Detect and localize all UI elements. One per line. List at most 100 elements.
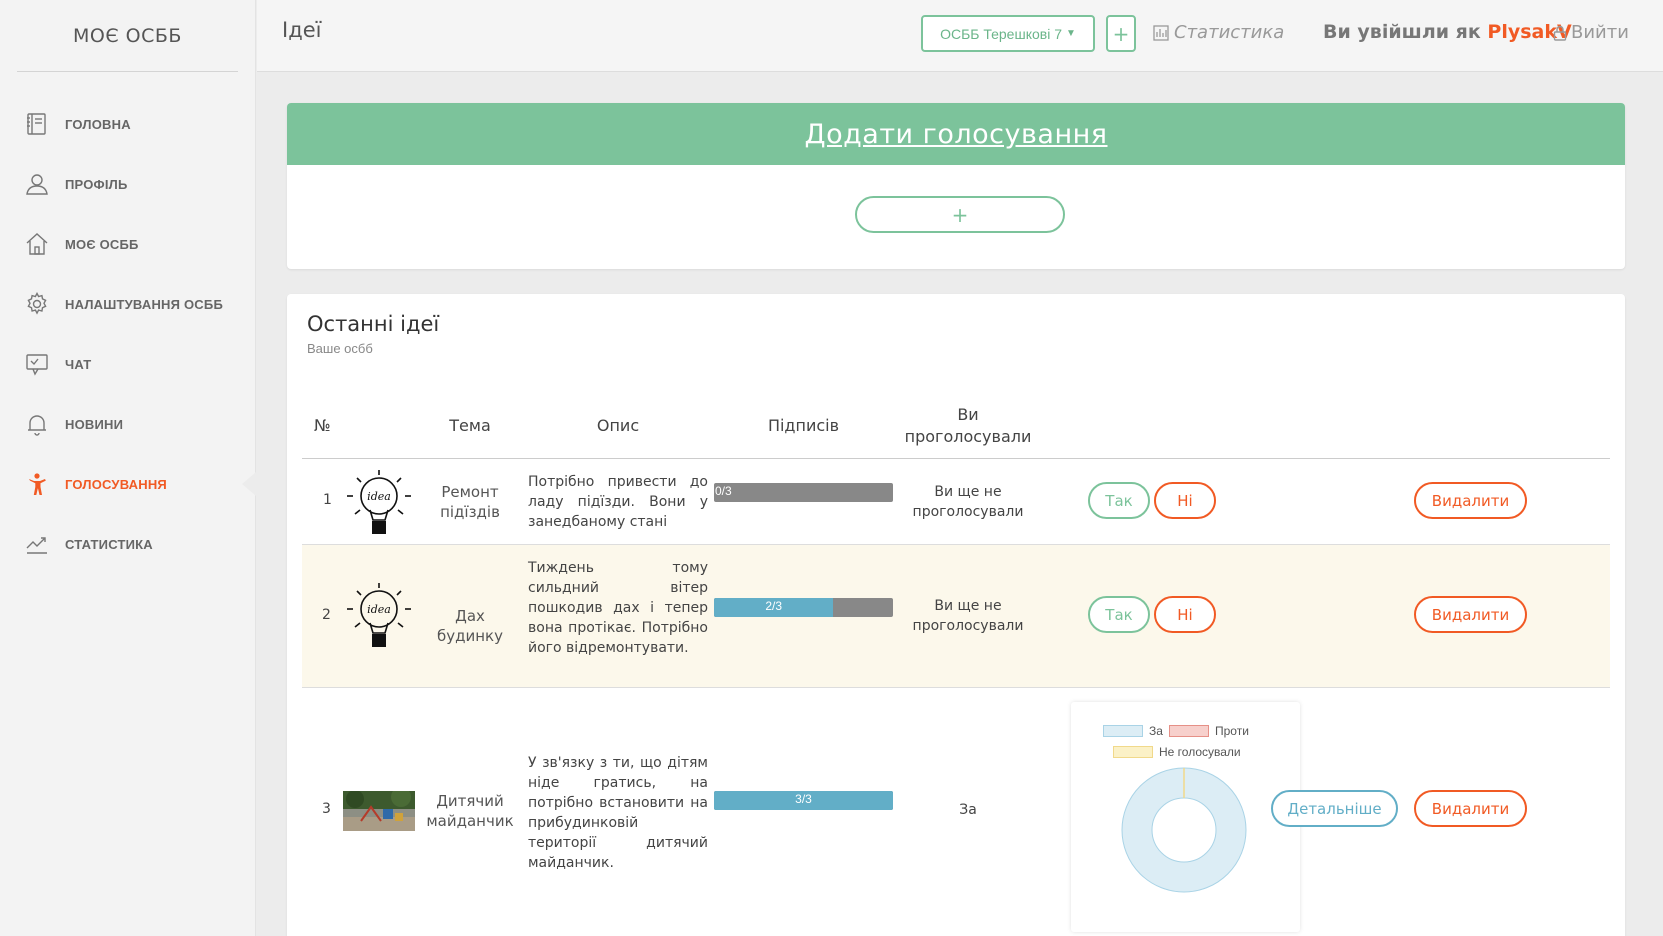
row-voted-status: Ви ще не проголосували xyxy=(912,598,1024,634)
logged-in-info: Ви увійшли як PlysakV xyxy=(1323,21,1572,43)
legend-swatch xyxy=(1169,725,1209,737)
vote-chart: За Проти Не голосували xyxy=(1071,702,1300,932)
add-vote-header: Додати голосування xyxy=(287,103,1625,165)
svg-text:idea: idea xyxy=(367,490,391,503)
sidebar-item-label: Головна xyxy=(65,116,131,132)
page-title: Ідеї xyxy=(282,18,322,42)
ideas-card: Останні ідеї Ваше осбб № Тема Опис Підпи… xyxy=(287,294,1625,936)
column-number: № xyxy=(314,416,331,435)
signatures-progress: 3/3 xyxy=(714,791,893,810)
vote-no-button[interactable]: Ні xyxy=(1154,596,1216,633)
user-icon xyxy=(24,171,50,197)
table-row: 3 Дитячий майданчик У зв'язку з ти, що д… xyxy=(302,688,1610,936)
gear-icon xyxy=(24,291,50,317)
playground-photo xyxy=(343,787,415,831)
signatures-progress-text: 3/3 xyxy=(795,792,812,806)
add-vote-card: Додати голосування + xyxy=(287,103,1625,269)
row-number: 2 xyxy=(322,607,331,623)
idea-bulb-image: idea xyxy=(343,579,415,651)
statistics-link[interactable]: Статистика xyxy=(1153,22,1284,43)
sidebar-item-voting[interactable]: Голосування xyxy=(0,454,256,514)
row-description: Тиждень тому сильдний вітер пошкодив дах… xyxy=(528,560,708,656)
column-voted: Ви проголосували xyxy=(904,405,1032,446)
sidebar-item-label: Моє ОСББ xyxy=(65,236,139,252)
legend-swatch xyxy=(1113,746,1153,758)
add-vote-link[interactable]: Додати голосування xyxy=(805,119,1108,150)
legend-item-for[interactable]: За xyxy=(1103,724,1163,738)
sidebar-item-osbb-settings[interactable]: Налаштування ОСББ xyxy=(0,274,255,334)
sidebar-item-profile[interactable]: Профіль xyxy=(0,154,255,214)
bell-icon xyxy=(24,411,50,437)
caret-down-icon: ▼ xyxy=(1066,28,1076,39)
sidebar-item-statistics[interactable]: Статистика xyxy=(0,514,255,574)
legend-label: Проти xyxy=(1215,724,1249,738)
person-vote-icon xyxy=(24,471,50,497)
osbb-select[interactable]: ОСББ Терешкові 7 ▼ xyxy=(921,15,1095,52)
delete-button[interactable]: Видалити xyxy=(1414,482,1527,519)
legend-item-not-voted[interactable]: Не голосували xyxy=(1113,745,1241,759)
donut-chart xyxy=(1121,767,1247,893)
top-bar: Ідеї ОСББ Терешкові 7 ▼ + Статистика Ви … xyxy=(257,0,1663,72)
details-button[interactable]: Детальніше xyxy=(1271,790,1398,827)
ideas-subtitle: Ваше осбб xyxy=(307,341,373,356)
row-description: У зв'язку з ти, що дітям ніде гратись, н… xyxy=(528,755,708,871)
table-row: 1 idea Ремонт підїздів Потрібно привести… xyxy=(302,459,1610,545)
row-voted-status: Ви ще не проголосували xyxy=(912,484,1024,520)
home-icon xyxy=(24,231,50,257)
add-vote-button[interactable]: + xyxy=(855,196,1065,233)
signatures-progress-text: 2/3 xyxy=(765,599,783,613)
osbb-select-value: ОСББ Терешкові 7 xyxy=(940,25,1062,42)
signatures-progress: 2/3 xyxy=(714,598,893,617)
add-osbb-button[interactable]: + xyxy=(1106,15,1136,52)
main-content: Ідеї ОСББ Терешкові 7 ▼ + Статистика Ви … xyxy=(257,0,1663,936)
table-row: 2 idea Дах будинку Тиждень тому сильдний… xyxy=(302,545,1610,688)
legend-label: Не голосували xyxy=(1159,745,1241,759)
sidebar-item-home[interactable]: Головна xyxy=(0,94,255,154)
row-topic: Дитячий майданчик xyxy=(426,792,514,830)
row-description: Потрібно привести до ладу підїзди. Вони … xyxy=(528,474,708,530)
book-icon xyxy=(24,111,50,137)
row-voted-status: За xyxy=(959,802,977,818)
column-description: Опис xyxy=(596,416,640,435)
table-header: № Тема Опис Підписів Ви проголосували xyxy=(302,394,1610,459)
chart-icon xyxy=(1153,24,1169,41)
row-number: 1 xyxy=(323,492,332,508)
signatures-progress: 0/3 xyxy=(714,483,893,502)
sidebar-item-news[interactable]: Новини xyxy=(0,394,255,454)
column-topic: Тема xyxy=(449,416,491,435)
sidebar-item-my-osbb[interactable]: Моє ОСББ xyxy=(0,214,255,274)
sidebar-item-label: Голосування xyxy=(65,476,167,492)
row-topic: Дах будинку xyxy=(437,607,503,645)
statistics-label: Статистика xyxy=(1174,22,1285,43)
sidebar-item-label: Статистика xyxy=(65,536,153,552)
lock-icon xyxy=(1553,25,1567,41)
legend-label: За xyxy=(1149,724,1163,738)
ideas-title: Останні ідеї xyxy=(307,312,440,336)
vote-yes-button[interactable]: Так xyxy=(1088,596,1150,633)
logout-label: Вийти xyxy=(1571,22,1629,43)
row-topic: Ремонт підїздів xyxy=(440,483,500,521)
sidebar-item-label: Новини xyxy=(65,416,124,432)
sidebar: МОЄ ОСББ Головна Профіль Моє ОСББ Налашт… xyxy=(0,0,256,936)
logged-in-prefix: Ви увійшли як xyxy=(1323,21,1481,43)
sidebar-item-label: Налаштування ОСББ xyxy=(65,296,223,312)
sidebar-item-chat[interactable]: Чат xyxy=(0,334,255,394)
row-number: 3 xyxy=(322,801,331,817)
vote-no-button[interactable]: Ні xyxy=(1154,482,1216,519)
svg-text:idea: idea xyxy=(367,603,391,616)
column-signatures: Підписів xyxy=(767,416,840,435)
legend-swatch xyxy=(1103,725,1143,737)
vote-yes-button[interactable]: Так xyxy=(1088,482,1150,519)
sidebar-nav: Головна Профіль Моє ОСББ Налаштування ОС… xyxy=(0,94,256,574)
delete-button[interactable]: Видалити xyxy=(1414,790,1527,827)
sidebar-item-label: Чат xyxy=(65,356,92,372)
chat-icon xyxy=(24,351,50,377)
sidebar-item-label: Профіль xyxy=(65,176,128,192)
delete-button[interactable]: Видалити xyxy=(1414,596,1527,633)
idea-bulb-image: idea xyxy=(343,466,415,538)
trend-icon xyxy=(24,531,50,557)
brand-logo[interactable]: МОЄ ОСББ xyxy=(17,0,238,72)
logout-link[interactable]: Вийти xyxy=(1553,22,1629,43)
legend-item-against[interactable]: Проти xyxy=(1169,724,1249,738)
signatures-progress-text: 0/3 xyxy=(715,484,732,498)
